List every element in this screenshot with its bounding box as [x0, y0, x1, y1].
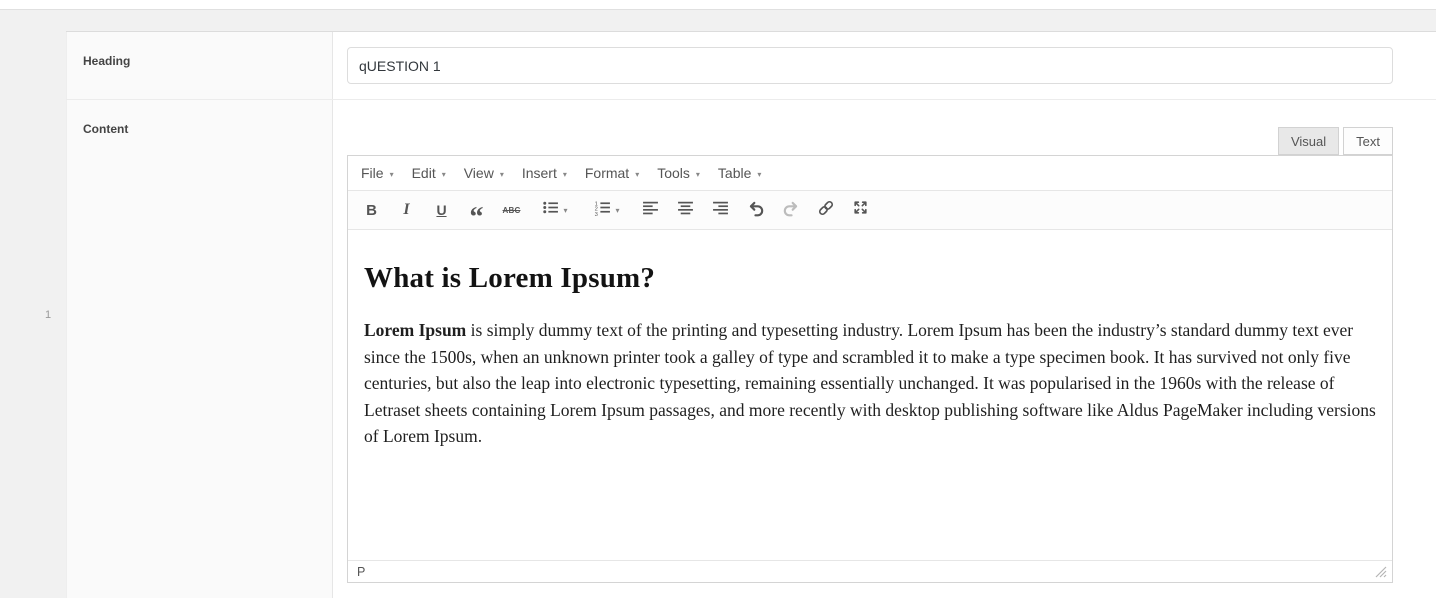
- editor-menubar: File ▾ Edit ▾ View ▾ Insert ▾ Format ▾ T…: [348, 156, 1392, 191]
- underline-button[interactable]: U: [428, 197, 455, 224]
- editor-statusbar: P: [348, 560, 1392, 582]
- wysiwyg-editor: File ▾ Edit ▾ View ▾ Insert ▾ Format ▾ T…: [347, 155, 1393, 583]
- align-center-button[interactable]: [672, 197, 699, 224]
- undo-button[interactable]: [742, 197, 769, 224]
- chevron-down-icon: ▾: [635, 169, 640, 179]
- italic-icon: I: [403, 201, 410, 218]
- heading-input[interactable]: [347, 47, 1393, 84]
- chevron-down-icon: ▾: [563, 205, 568, 215]
- field-group-panel: 1 Heading Content Visual Text File: [30, 31, 1436, 598]
- bold-button[interactable]: B: [358, 197, 385, 224]
- fields-table: Heading Content Visual Text File ▾: [66, 31, 1436, 598]
- numbered-list-button[interactable]: 123 ▾: [585, 197, 629, 224]
- tab-text[interactable]: Text: [1343, 127, 1393, 155]
- editor-toolbar: B I U “ ABC ▾ 1 2 3 ▾: [348, 191, 1392, 232]
- bullet-list-button[interactable]: ▾: [533, 197, 577, 224]
- link-button[interactable]: [812, 197, 839, 224]
- svg-text:3: 3: [595, 212, 598, 216]
- editor-content-area[interactable]: What is Lorem Ipsum? Lorem Ipsum is simp…: [348, 230, 1392, 560]
- heading-field-label: Heading: [66, 32, 333, 99]
- numbered-list-icon: 123: [594, 199, 611, 221]
- chevron-down-icon: ▾: [441, 169, 446, 179]
- menu-file[interactable]: File ▾: [352, 156, 403, 190]
- content-field-row: Content Visual Text File ▾ Edit ▾ View ▾…: [66, 99, 1436, 598]
- align-right-icon: [712, 199, 729, 221]
- menu-table[interactable]: Table ▾: [709, 156, 770, 190]
- row-number: 1: [30, 31, 66, 598]
- chevron-down-icon: ▾: [562, 169, 567, 179]
- heading-field-row: Heading: [66, 32, 1436, 99]
- strikethrough-button[interactable]: ABC: [498, 197, 525, 224]
- strikethrough-icon: ABC: [502, 205, 521, 215]
- italic-button[interactable]: I: [393, 197, 420, 224]
- heading-field-cell: [333, 32, 1436, 99]
- chevron-down-icon: ▾: [499, 169, 504, 179]
- element-path[interactable]: P: [353, 565, 369, 579]
- chevron-down-icon: ▾: [757, 169, 762, 179]
- align-right-button[interactable]: [707, 197, 734, 224]
- resize-grip[interactable]: [1375, 566, 1387, 578]
- content-field-label: Content: [66, 100, 333, 598]
- menu-insert[interactable]: Insert ▾: [513, 156, 576, 190]
- underline-icon: U: [436, 202, 447, 218]
- chevron-down-icon: ▾: [615, 205, 620, 215]
- top-bar: [0, 0, 1436, 10]
- menu-format[interactable]: Format ▾: [576, 156, 648, 190]
- chevron-down-icon: ▾: [389, 169, 394, 179]
- undo-icon: [747, 199, 765, 222]
- link-icon: [817, 199, 835, 222]
- bullet-list-icon: [542, 199, 559, 221]
- content-body-text: is simply dummy text of the printing and…: [364, 320, 1376, 447]
- tab-visual[interactable]: Visual: [1277, 127, 1340, 155]
- menu-view[interactable]: View ▾: [455, 156, 513, 190]
- blockquote-button[interactable]: “: [463, 197, 490, 232]
- content-title: What is Lorem Ipsum?: [364, 262, 656, 294]
- redo-button[interactable]: [777, 197, 804, 224]
- chevron-down-icon: ▾: [695, 169, 700, 179]
- editor-mode-tabs: Visual Text: [347, 127, 1393, 155]
- menu-edit[interactable]: Edit ▾: [403, 156, 455, 190]
- menu-tools[interactable]: Tools ▾: [648, 156, 709, 190]
- align-center-icon: [677, 199, 694, 221]
- content-field-cell: Visual Text File ▾ Edit ▾ View ▾ Insert …: [333, 100, 1436, 598]
- content-lead-bold: Lorem Ipsum: [364, 320, 467, 340]
- align-left-button[interactable]: [637, 197, 664, 224]
- fullscreen-icon: [852, 199, 869, 221]
- content-paragraph: Lorem Ipsum is simply dummy text of the …: [364, 317, 1376, 450]
- fullscreen-button[interactable]: [847, 197, 874, 224]
- bold-icon: B: [366, 201, 377, 219]
- align-left-icon: [642, 199, 659, 221]
- redo-icon: [782, 199, 800, 222]
